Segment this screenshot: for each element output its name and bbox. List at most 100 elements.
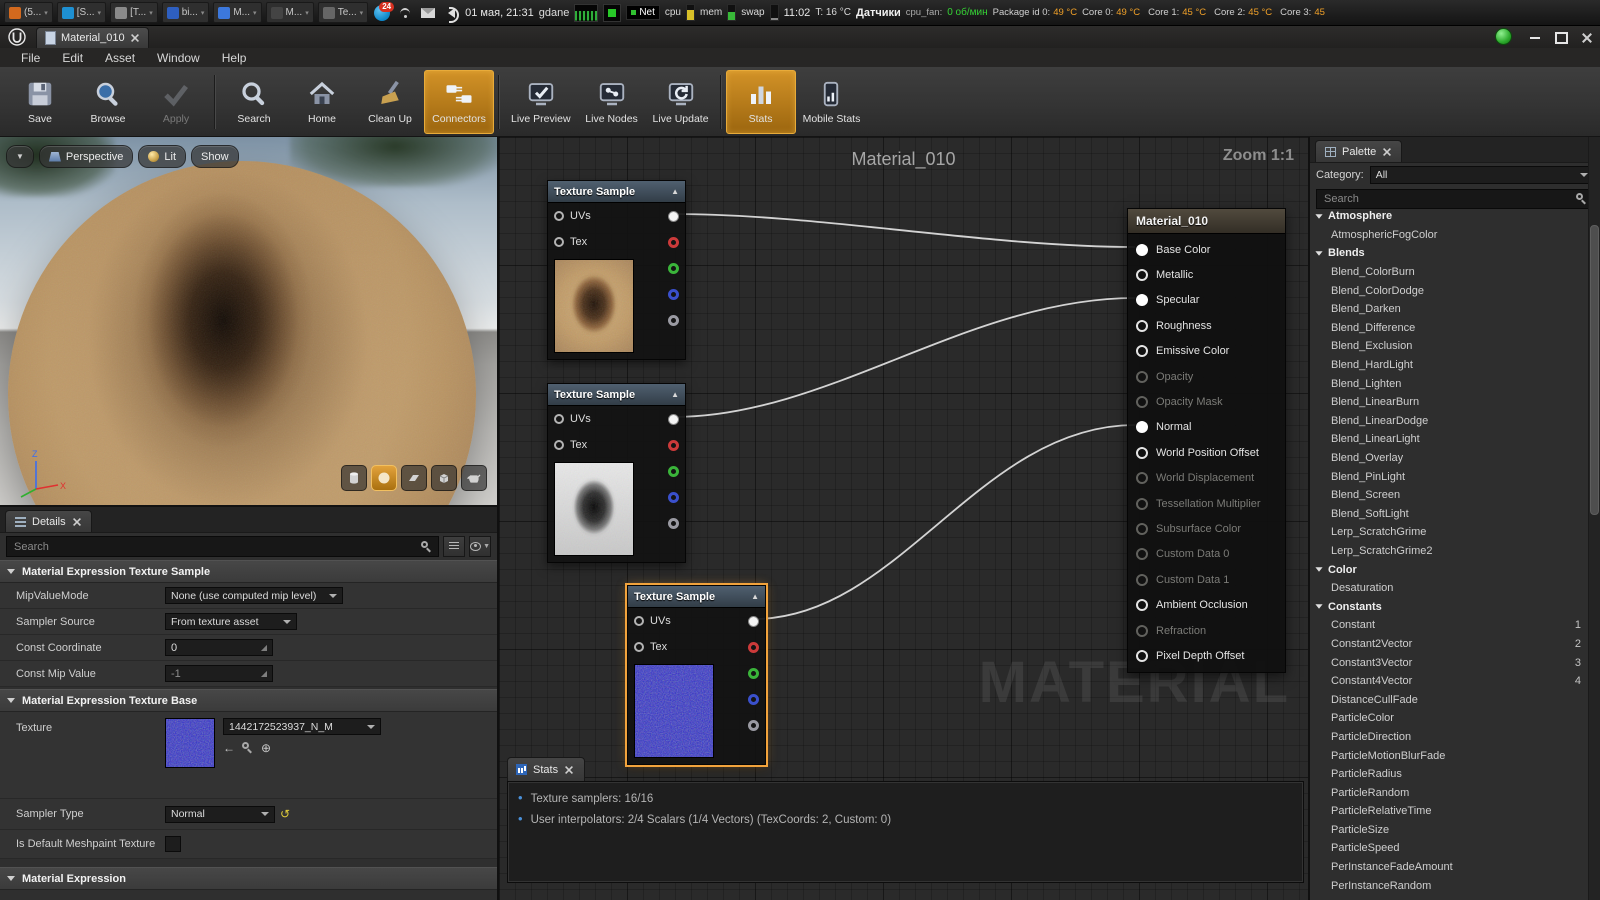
plane-shape-button[interactable] <box>401 465 427 491</box>
palette-item[interactable]: Blend_ColorBurn <box>1310 263 1589 282</box>
pin-icon[interactable] <box>1136 269 1148 281</box>
input-pin-tex[interactable] <box>554 237 564 247</box>
palette-item[interactable]: ParticleRadius <box>1310 765 1589 784</box>
material-pin-tessellation-multiplier[interactable]: Tessellation Multiplier <box>1128 491 1285 516</box>
palette-item[interactable]: Constant1 <box>1310 616 1589 635</box>
lit-mode-button[interactable]: Lit <box>138 145 186 168</box>
material-pin-roughness[interactable]: Roughness <box>1128 313 1285 338</box>
search-button[interactable]: Search <box>220 71 288 133</box>
minimize-button[interactable] <box>1522 29 1548 46</box>
pin-icon[interactable] <box>1136 625 1148 637</box>
preview-viewport[interactable]: ▼ Perspective Lit Show <box>0 137 497 505</box>
details-search[interactable] <box>6 536 439 557</box>
show-button[interactable]: Show <box>191 145 239 168</box>
net-monitor[interactable]: Net <box>626 5 660 20</box>
menu-asset[interactable]: Asset <box>94 51 146 65</box>
close-icon[interactable] <box>565 766 573 774</box>
palette-item[interactable]: PerInstanceRandom <box>1310 876 1589 895</box>
palette-item[interactable]: Blend_Lighten <box>1310 374 1589 393</box>
pin-icon[interactable] <box>1136 320 1148 332</box>
live-nodes-button[interactable]: Live Nodes <box>578 71 646 133</box>
palette-search-input[interactable] <box>1322 192 1572 206</box>
live-update-button[interactable]: Live Update <box>646 71 716 133</box>
cleanup-button[interactable]: Clean Up <box>356 71 424 133</box>
node-header[interactable]: Texture Sample ▲ <box>548 181 685 203</box>
pin-icon[interactable] <box>1136 371 1148 383</box>
stats-button[interactable]: Stats <box>726 70 796 134</box>
palette-group-constants[interactable]: Constants <box>1310 597 1589 616</box>
input-pin-uvs[interactable] <box>554 414 564 424</box>
details-tab[interactable]: Details <box>5 510 92 532</box>
menu-file[interactable]: File <box>10 51 51 65</box>
status-led-icon[interactable] <box>603 4 621 22</box>
live-preview-button[interactable]: Live Preview <box>504 71 578 133</box>
sampler-source-dropdown[interactable]: From texture asset <box>165 613 297 630</box>
section-texture-sample[interactable]: Material Expression Texture Sample <box>0 560 497 583</box>
material-pin-specular[interactable]: Specular <box>1128 288 1285 313</box>
wifi-icon[interactable] <box>396 4 414 22</box>
node-header[interactable]: Texture Sample ▲ <box>548 384 685 406</box>
sampler-type-dropdown[interactable]: Normal <box>165 806 275 823</box>
home-button[interactable]: Home <box>288 71 356 133</box>
input-pin-tex[interactable] <box>634 642 644 652</box>
teapot-shape-button[interactable] <box>461 465 487 491</box>
cylinder-shape-button[interactable] <box>341 465 367 491</box>
material-pin-base-color[interactable]: Base Color <box>1128 237 1285 262</box>
material-pin-metallic[interactable]: Metallic <box>1128 262 1285 287</box>
collapse-arrow-icon[interactable]: ▲ <box>671 187 679 196</box>
material-graph[interactable]: Material_010 Zoom 1:1 MATERIAL Texture S… <box>497 137 1310 900</box>
pin-icon[interactable] <box>1136 523 1148 535</box>
cube-shape-button[interactable] <box>431 465 457 491</box>
palette-item[interactable]: Blend_PinLight <box>1310 467 1589 486</box>
clock-time[interactable]: 11:02 <box>784 7 811 19</box>
connectors-button[interactable]: Connectors <box>424 70 494 134</box>
const-coordinate-input[interactable]: 0◢ <box>165 639 273 656</box>
pin-icon[interactable] <box>1136 345 1148 357</box>
palette-item[interactable]: ParticleDirection <box>1310 728 1589 747</box>
browse-asset-icon[interactable] <box>242 742 254 754</box>
palette-item[interactable]: Lerp_ScratchGrime2 <box>1310 542 1589 561</box>
texture-sample-node-1[interactable]: Texture Sample ▲ UVs Tex <box>547 180 686 360</box>
palette-item[interactable]: ParticleRelativeTime <box>1310 802 1589 821</box>
viewport-options-button[interactable]: ▼ <box>6 145 34 168</box>
palette-item[interactable]: Blend_Screen <box>1310 486 1589 505</box>
texture-asset-thumbnail[interactable] <box>165 718 215 768</box>
output-pin-b[interactable] <box>668 492 679 503</box>
palette-group-atmosphere[interactable]: Atmosphere <box>1310 207 1589 226</box>
pin-icon[interactable] <box>1136 447 1148 459</box>
edit-asset-button[interactable]: ⊕ <box>261 741 271 755</box>
node-header[interactable]: Texture Sample ▲ <box>628 586 765 608</box>
section-texture-base[interactable]: Material Expression Texture Base <box>0 689 497 712</box>
output-pin-g[interactable] <box>748 668 759 679</box>
palette-item[interactable]: Constant2Vector2 <box>1310 635 1589 654</box>
palette-item[interactable]: Lerp_ScratchGrime <box>1310 523 1589 542</box>
menu-window[interactable]: Window <box>146 51 211 65</box>
section-material-expression[interactable]: Material Expression <box>0 867 497 890</box>
palette-item[interactable]: ParticleMotionBlurFade <box>1310 746 1589 765</box>
taskbar-app-button[interactable]: bi...▾ <box>162 2 210 23</box>
view-options-button[interactable]: ▼ <box>469 536 491 557</box>
palette-item[interactable]: PerInstanceFadeAmount <box>1310 858 1589 877</box>
output-pin-r[interactable] <box>668 440 679 451</box>
texture-sample-node-3[interactable]: Texture Sample ▲ UVs Tex <box>627 585 766 765</box>
save-button[interactable]: Save <box>6 71 74 133</box>
palette-item[interactable]: DistanceCullFade <box>1310 690 1589 709</box>
asset-tab[interactable]: Material_010 <box>36 27 149 48</box>
scrollbar-thumb[interactable] <box>1590 225 1599 515</box>
collapse-arrow-icon[interactable]: ▲ <box>751 592 759 601</box>
mipvaluemode-dropdown[interactable]: None (use computed mip level) <box>165 587 343 604</box>
output-pin-g[interactable] <box>668 263 679 274</box>
palette-item[interactable]: ParticleSpeed <box>1310 839 1589 858</box>
output-pin-r[interactable] <box>748 642 759 653</box>
palette-group-blends[interactable]: Blends <box>1310 244 1589 263</box>
cpu-graph-icon[interactable] <box>574 4 598 22</box>
palette-item[interactable]: ParticleRandom <box>1310 783 1589 802</box>
sphere-shape-button[interactable] <box>371 465 397 491</box>
close-window-button[interactable] <box>1574 29 1600 46</box>
palette-item[interactable]: Blend_ColorDodge <box>1310 281 1589 300</box>
output-pin-a[interactable] <box>668 315 679 326</box>
skype-icon[interactable]: 24 <box>373 4 391 22</box>
material-pin-emissive-color[interactable]: Emissive Color <box>1128 339 1285 364</box>
output-pin-rgb[interactable] <box>668 211 679 222</box>
pin-icon[interactable] <box>1136 396 1148 408</box>
